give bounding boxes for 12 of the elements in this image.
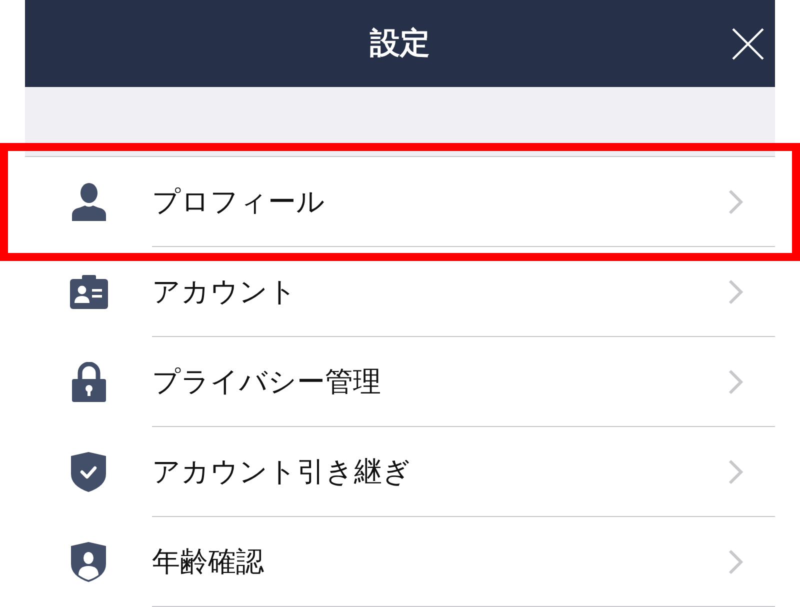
- chevron-icon: [728, 188, 744, 214]
- person-icon: [72, 183, 106, 221]
- window-title: 設定: [370, 26, 430, 62]
- chevron-icon: [728, 368, 744, 394]
- shield-person-icon: [71, 542, 106, 582]
- chevron-icon: [728, 458, 744, 484]
- chevron-icon: [728, 548, 744, 574]
- chevron-icon: [728, 278, 744, 304]
- lock-icon: [72, 362, 106, 402]
- shield-check-icon: [71, 452, 106, 492]
- close-icon[interactable]: [732, 28, 764, 60]
- id-card-icon: [70, 275, 108, 309]
